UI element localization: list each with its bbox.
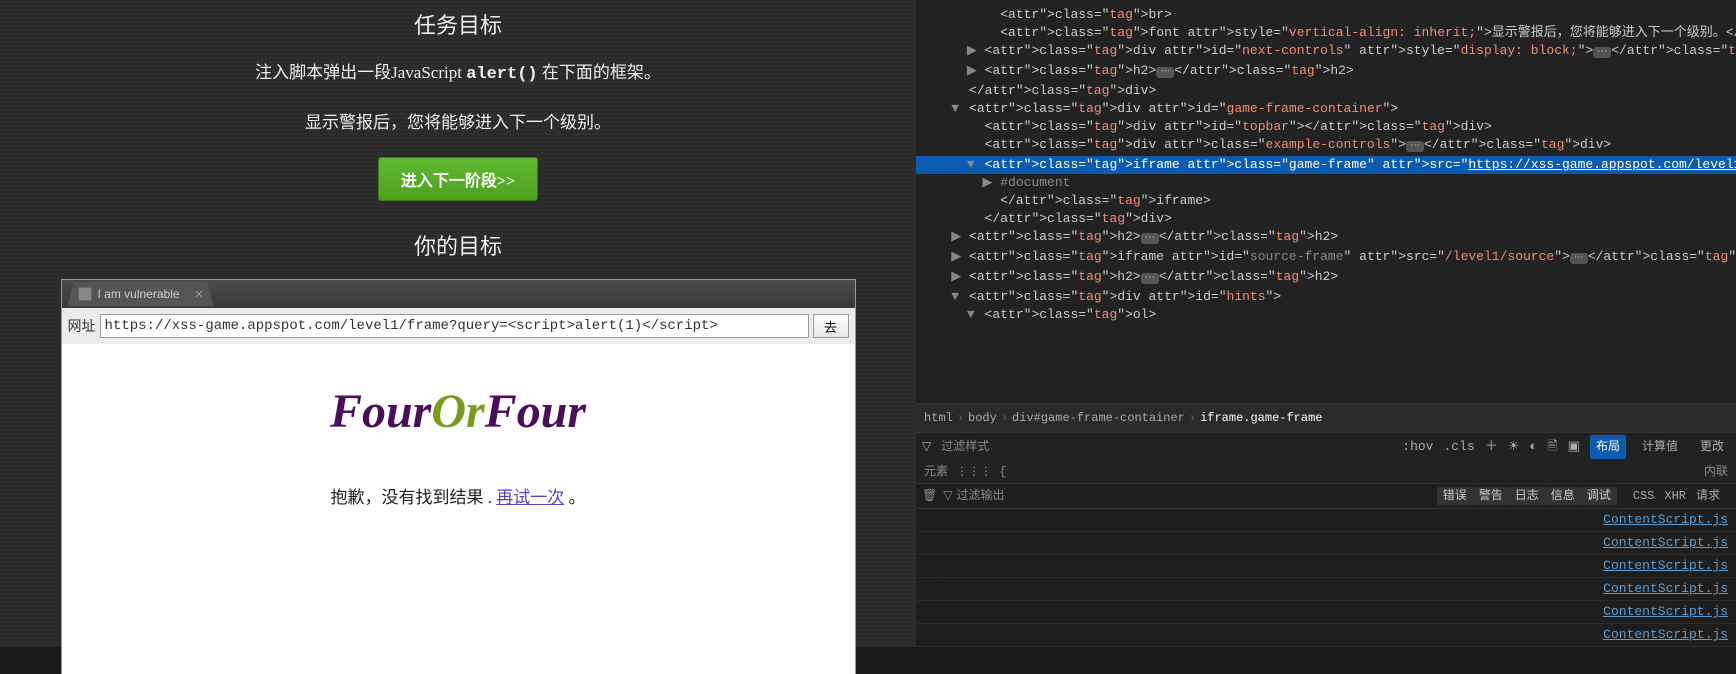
console-filter[interactable]: 过滤输出 [956,487,1004,505]
console-line: onChange completedContentScript.js [916,532,1736,555]
dom-node[interactable]: ▶ <attr">class="tag">h2>⋯</attr">class="… [916,62,1736,82]
source-link[interactable]: ContentScript.js [1603,603,1728,621]
target-heading: 你的目标 [414,229,502,261]
styles-filter[interactable]: 过滤样式 [941,438,989,456]
dom-node[interactable]: </attr">class="tag">iframe> [916,192,1736,210]
go-button[interactable]: 去 [813,314,849,338]
browser-tabbar: I am vulnerable ✕ [62,280,855,308]
console-line: onPaste completedContentScript.js [916,578,1736,601]
task-heading: 任务目标 [414,8,502,40]
dom-node[interactable]: <attr">class="tag">div attr">class="exam… [916,136,1736,156]
page-content: FourOrFour 抱歉，没有找到结果 . 再试一次 。 [62,344,855,674]
console-line: onPaste startedContentScript.js [916,555,1736,578]
console-panel: 🗑 ▽过滤输出 错误警告日志信息调试 CSS XHR 请求 onChange sta… [916,484,1736,647]
inline-label: 内联 [1704,463,1728,481]
vulnerable-frame: I am vulnerable ✕ 网址 去 FourOrFour 抱歉，没有找… [61,279,856,674]
dom-node[interactable]: </attr">class="tag">div> [916,82,1736,100]
dom-node[interactable]: <attr">class="tag">div attr">id="topbar"… [916,118,1736,136]
filter-icon[interactable]: ▽ [922,438,931,456]
fourohfour-logo: FourOrFour [62,384,855,439]
dark-icon[interactable]: ◐ [1529,438,1537,456]
light-icon[interactable]: ☀ [1508,438,1520,456]
dom-node[interactable]: ▼ <attr">class="tag">ol> [916,306,1736,324]
url-input[interactable] [100,314,809,338]
plus-icon[interactable]: ＋ [1485,438,1498,456]
url-label: 网址 [68,316,96,336]
filter-icon[interactable]: ▽ [943,487,952,505]
log-level-调试[interactable]: 调试 [1581,487,1617,505]
log-level-日志[interactable]: 日志 [1509,487,1545,505]
dom-node[interactable]: ▼ <attr">class="tag">div attr">id="game-… [916,100,1736,118]
trash-icon[interactable]: 🗑 [922,487,937,505]
breadcrumb-item[interactable]: html [924,409,953,427]
log-level-错误[interactable]: 错误 [1437,487,1473,505]
log-filter-请求[interactable]: 请求 [1696,489,1720,503]
devtools-panel: <attr">class="tag">br> <attr">class="tag… [916,0,1736,647]
source-link[interactable]: ContentScript.js [1603,511,1728,529]
dom-node[interactable]: ▶ <attr">class="tag">div attr">id="next-… [916,42,1736,62]
tab-changes[interactable]: 更改 [1694,435,1730,459]
browser-tab[interactable]: I am vulnerable ✕ [68,282,214,306]
console-line: onChange startedContentScript.js [916,509,1736,532]
not-found-message: 抱歉，没有找到结果 . 再试一次 。 [62,483,855,508]
source-link[interactable]: ContentScript.js [1603,534,1728,552]
dom-node[interactable]: ▶ #document [916,174,1736,192]
task-desc: 注入脚本弹出一段JavaScript alert() 在下面的框架。 [255,58,661,84]
breadcrumb[interactable]: html›body›div#game-frame-container›ifram… [916,403,1736,433]
cls-toggle[interactable]: .cls [1444,438,1475,456]
game-panel: 任务目标 注入脚本弹出一段JavaScript alert() 在下面的框架。 … [0,0,916,647]
task-desc2: 显示警报后，您将能够进入下一个级别。 [305,108,611,133]
tab-layout[interactable]: 布局 [1590,435,1626,459]
dom-node[interactable]: ▶ <attr">class="tag">iframe attr">id="so… [916,248,1736,268]
dom-node[interactable]: ▼ <attr">class="tag">div attr">id="hints… [916,288,1736,306]
log-level-警告[interactable]: 警告 [1473,487,1509,505]
breadcrumb-item[interactable]: iframe.game-frame [1200,409,1322,427]
dom-node[interactable]: ▶ <attr">class="tag">h2>⋯</attr">class="… [916,268,1736,288]
dom-tree[interactable]: <attr">class="tag">br> <attr">class="tag… [916,0,1736,403]
dom-node[interactable]: ▼ <attr">class="tag">iframe attr">class=… [916,156,1736,174]
styles-panel: ▽ 过滤样式 :hov .cls ＋ ☀ ◐ 🖹 ▣ 布局 计算值 更改 元素 … [916,433,1736,484]
breadcrumb-item[interactable]: div#game-frame-container [1012,409,1185,427]
source-link[interactable]: ContentScript.js [1603,580,1728,598]
console-line: onChange startedContentScript.js [916,601,1736,624]
log-level-信息[interactable]: 信息 [1545,487,1581,505]
dom-node[interactable]: ▶ <attr">class="tag">h2>⋯</attr">class="… [916,228,1736,248]
print-icon[interactable]: 🖹 [1547,438,1557,456]
page-icon [78,287,92,301]
close-icon[interactable]: ✕ [194,288,203,301]
source-link[interactable]: ContentScript.js [1603,626,1728,644]
source-link[interactable]: ContentScript.js [1603,557,1728,575]
dom-node[interactable]: <attr">class="tag">font attr">style="ver… [916,24,1736,42]
retry-link[interactable]: 再试一次 [496,488,564,507]
next-level-button[interactable]: 进入下一阶段>> [378,157,538,201]
hov-toggle[interactable]: :hov [1402,438,1433,456]
tab-computed[interactable]: 计算值 [1636,435,1684,459]
breadcrumb-item[interactable]: body [968,409,997,427]
dom-node[interactable]: <attr">class="tag">br> [916,6,1736,24]
url-bar: 网址 去 [62,308,855,344]
log-filter-CSS[interactable]: CSS [1633,489,1655,503]
log-filter-XHR[interactable]: XHR [1664,489,1686,503]
panel-icon[interactable]: ▣ [1568,438,1580,456]
dom-node[interactable]: </attr">class="tag">div> [916,210,1736,228]
element-selector: 元素 [924,463,948,481]
console-line: onChange completedContentScript.js [916,624,1736,647]
